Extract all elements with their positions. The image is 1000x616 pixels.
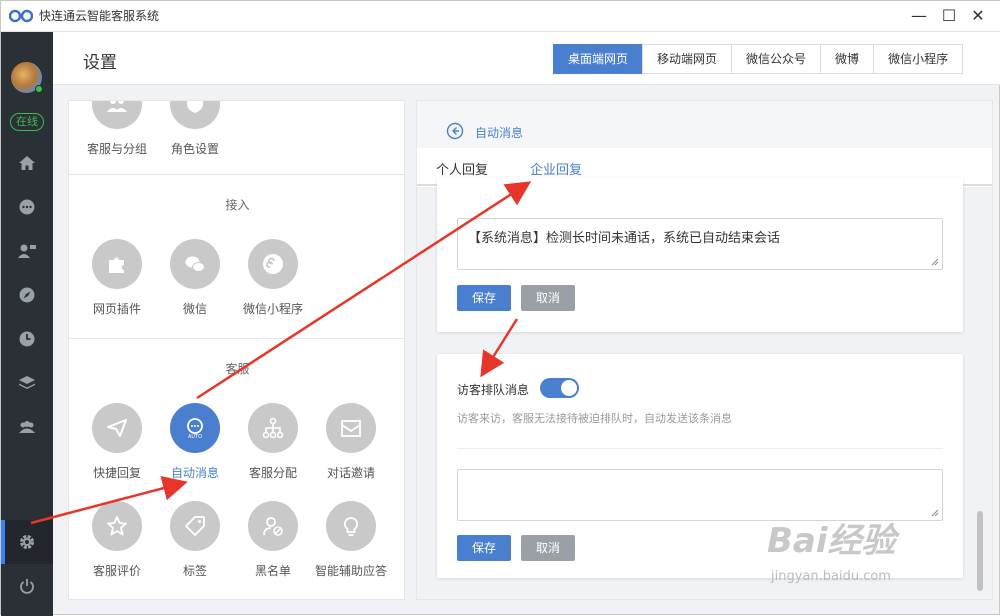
mail-icon <box>326 403 376 453</box>
auto-chat-icon: AUTO <box>170 403 220 453</box>
group-icon <box>92 101 142 129</box>
breadcrumb-current[interactable]: 自动消息 <box>475 124 523 141</box>
tab-wechat-official[interactable]: 微信公众号 <box>731 44 822 74</box>
section-title-access: 接入 <box>225 198 250 212</box>
breadcrumb: 自动消息 <box>417 101 992 148</box>
tag-icon <box>170 501 220 551</box>
queue-message-hint: 访客来访，客服无法接待被迫排队时，自动发送该条消息 <box>457 412 732 425</box>
status-badge[interactable]: 在线 <box>10 113 44 131</box>
cancel-button[interactable]: 取消 <box>521 285 575 311</box>
svg-text:AUTO: AUTO <box>188 434 202 440</box>
user-block-icon <box>248 501 298 551</box>
grid-item-label: 对话邀请 <box>326 466 375 480</box>
grid-item-label: 智能辅助应答 <box>314 564 387 578</box>
grid-item-web-plugin[interactable]: 网页插件 <box>77 239 157 317</box>
watermark-text: Bai经验 <box>767 521 896 561</box>
app-window: 快连通云智能客服系统 — ☐ ✕ 在线 设置 桌面端网页 移动端网页 微信公众号… <box>0 0 1000 616</box>
nav-active-bar <box>1 520 5 564</box>
queue-message-toggle[interactable] <box>540 378 579 398</box>
grid-item-auto-message[interactable]: AUTO 自动消息 <box>155 403 235 481</box>
team-icon[interactable] <box>17 417 37 437</box>
grid-item-label: 黑名单 <box>254 564 291 578</box>
tab-wechat-miniprogram[interactable]: 微信小程序 <box>873 44 964 74</box>
close-button[interactable]: ✕ <box>966 5 990 27</box>
wechat-icon <box>170 239 220 289</box>
grid-item-label: 客服与分组 <box>86 142 147 156</box>
page-title: 设置 <box>83 53 117 73</box>
history-icon[interactable] <box>17 329 37 349</box>
grid-item-label: 自动消息 <box>170 466 219 480</box>
platform-tabs: 桌面端网页 移动端网页 微信公众号 微博 微信小程序 <box>553 44 964 74</box>
card-divider <box>457 448 943 449</box>
chat-icon[interactable] <box>17 197 37 217</box>
message-textarea[interactable]: 【系统消息】检测长时间未通话，系统已自动结束会话 <box>457 218 943 270</box>
page-header: 设置 桌面端网页 移动端网页 微信公众号 微博 微信小程序 <box>53 32 1000 85</box>
grid-item-label: 角色设置 <box>170 142 219 156</box>
puzzle-icon <box>92 239 142 289</box>
grid-item-label: 客服分配 <box>248 466 297 480</box>
grid-item-role-settings[interactable]: 角色设置 <box>155 101 235 157</box>
grid-item-smart-assist[interactable]: 智能辅助应答 <box>311 501 391 579</box>
grid-item-label: 网页插件 <box>92 302 141 316</box>
grid-item-quick-reply[interactable]: 快捷回复 <box>77 403 157 481</box>
baidu-watermark: Bai经验 jingyan.baidu.com <box>763 513 963 603</box>
shield-icon <box>170 101 220 129</box>
grid-item-label: 微信 <box>182 302 207 316</box>
grid-item-label: 标签 <box>182 564 207 578</box>
contacts-icon[interactable] <box>17 241 37 261</box>
message-card: 【系统消息】检测长时间未通话，系统已自动结束会话 保存 取消 <box>437 177 963 332</box>
save-button[interactable]: 保存 <box>457 285 511 311</box>
resize-handle-icon[interactable] <box>931 258 939 266</box>
grid-item-miniprogram[interactable]: 微信小程序 <box>233 239 313 317</box>
grid-item-label: 客服评价 <box>92 564 141 578</box>
grid-item-label: 快捷回复 <box>92 466 141 480</box>
online-indicator <box>35 85 43 93</box>
title-bar: 快连通云智能客服系统 — ☐ ✕ <box>1 1 1000 32</box>
miniprogram-icon <box>248 239 298 289</box>
queue-message-label: 访客排队消息 <box>457 383 530 397</box>
section-divider <box>69 174 404 175</box>
back-arrow-icon[interactable] <box>446 122 464 140</box>
tab-weibo[interactable]: 微博 <box>820 44 875 74</box>
send-icon <box>92 403 142 453</box>
compass-icon[interactable] <box>17 285 37 305</box>
section-title-service: 客服 <box>225 362 250 376</box>
grid-item-blacklist[interactable]: 黑名单 <box>233 501 313 579</box>
window-title: 快连通云智能客服系统 <box>39 9 160 23</box>
toggle-knob <box>561 380 577 396</box>
grid-item-service-assign[interactable]: 客服分配 <box>233 403 313 481</box>
scrollbar-thumb[interactable] <box>977 511 983 591</box>
settings-menu-panel: 客服与分组 角色设置 接入 网页插件 微信 微信小程序 客服 快捷回复 AUTO… <box>68 100 405 600</box>
grid-item-label: 微信小程序 <box>242 302 303 316</box>
power-icon[interactable] <box>17 576 37 596</box>
message-text: 【系统消息】检测长时间未通话，系统已自动结束会话 <box>468 231 781 246</box>
minimize-button[interactable]: — <box>907 5 931 27</box>
app-logo-icon <box>9 9 33 23</box>
lightbulb-icon <box>326 501 376 551</box>
maximize-button[interactable]: ☐ <box>937 5 961 27</box>
cancel-button[interactable]: 取消 <box>521 535 575 561</box>
section-divider <box>69 338 404 339</box>
grid-item-wechat[interactable]: 微信 <box>155 239 235 317</box>
layers-icon[interactable] <box>17 373 37 393</box>
grid-item-chat-invite[interactable]: 对话邀请 <box>311 403 391 481</box>
tab-personal-reply[interactable]: 个人回复 <box>436 159 488 178</box>
nav-sidebar: 在线 <box>1 32 53 616</box>
tab-desktop-web[interactable]: 桌面端网页 <box>553 44 644 74</box>
home-icon[interactable] <box>17 153 37 173</box>
settings-icon[interactable] <box>17 532 37 552</box>
save-button[interactable]: 保存 <box>457 535 511 561</box>
org-tree-icon <box>248 403 298 453</box>
grid-item-tags[interactable]: 标签 <box>155 501 235 579</box>
grid-item-service-groups[interactable]: 客服与分组 <box>77 101 157 157</box>
watermark-url: jingyan.baidu.com <box>771 569 891 584</box>
grid-item-service-rating[interactable]: 客服评价 <box>77 501 157 579</box>
tab-enterprise-reply[interactable]: 企业回复 <box>530 159 582 178</box>
star-icon <box>92 501 142 551</box>
tab-mobile-web[interactable]: 移动端网页 <box>642 44 733 74</box>
